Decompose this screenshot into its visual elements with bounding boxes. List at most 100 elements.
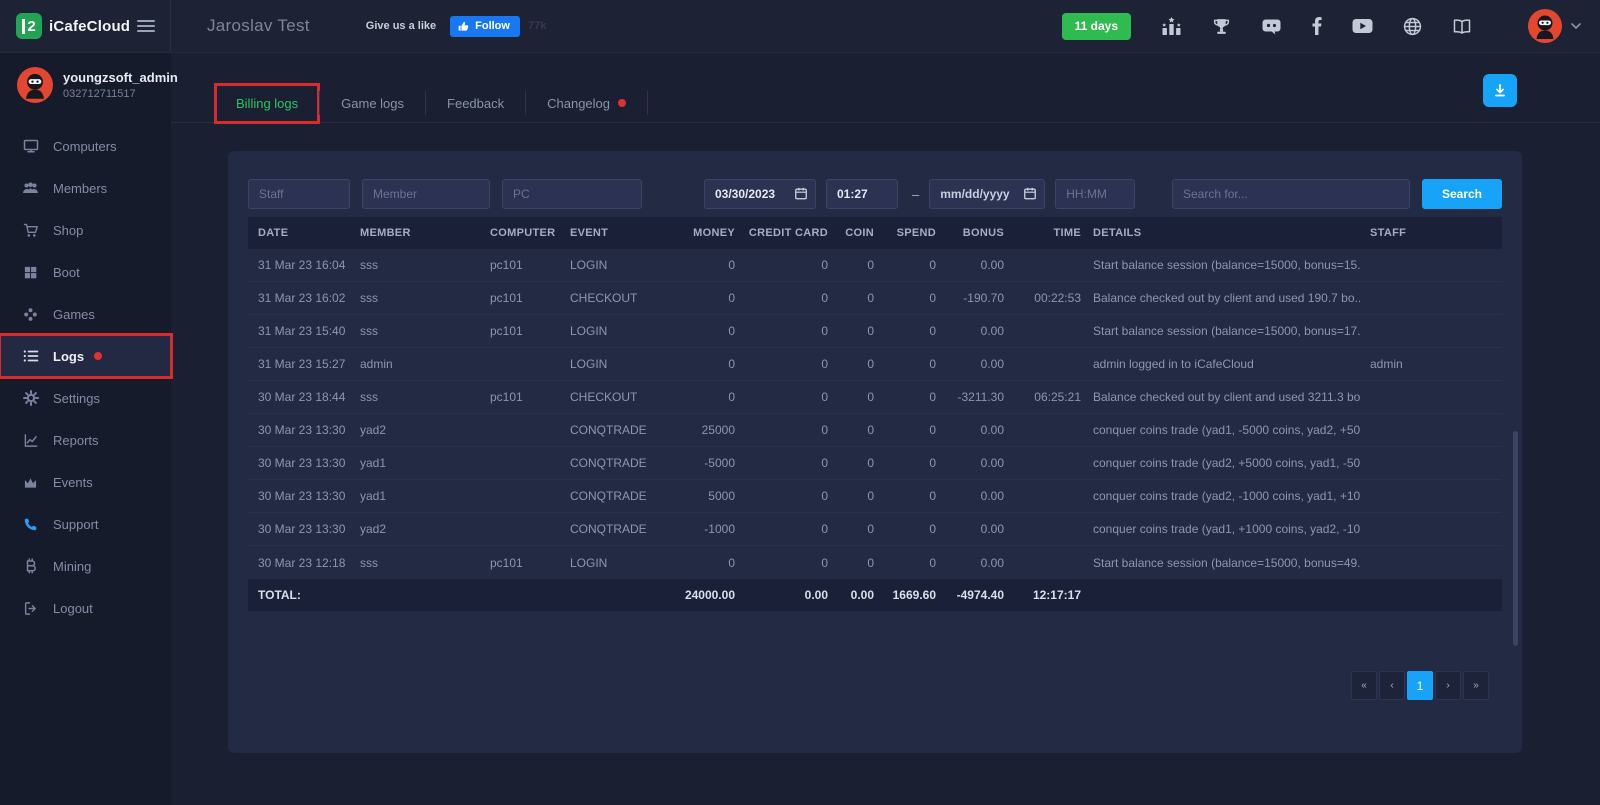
search-button[interactable]: Search — [1422, 179, 1502, 209]
last-page-button[interactable]: » — [1463, 671, 1489, 700]
date-to-input[interactable] — [929, 179, 1045, 209]
sidebar-item-boot[interactable]: Boot — [0, 251, 171, 293]
sidebar-item-logs[interactable]: Logs — [0, 335, 171, 377]
tab-billing-logs[interactable]: Billing logs — [215, 84, 319, 123]
date-from-input[interactable] — [704, 179, 816, 209]
sidebar-item-events[interactable]: Events — [0, 461, 171, 503]
column-header-event[interactable]: EVENT — [560, 227, 660, 239]
table-scrollbar[interactable] — [1513, 431, 1518, 646]
cell-date: 30 Mar 23 13:30 — [248, 423, 350, 437]
cell-computer: pc101 — [480, 258, 560, 272]
ranking-icon[interactable] — [1161, 17, 1182, 36]
sidebar-menu: Computers Members Shop Boot Games Logs S… — [0, 125, 171, 629]
cell-bonus: 0.00 — [938, 258, 1006, 272]
cell-event: LOGIN — [560, 556, 660, 570]
cell-money: 0 — [660, 357, 737, 371]
export-download-button[interactable] — [1483, 74, 1517, 107]
cell-bonus: 0.00 — [938, 423, 1006, 437]
column-header-coin[interactable]: COIN — [830, 227, 876, 239]
filter-row: – Search — [248, 179, 1502, 209]
column-header-credit_card[interactable]: CREDIT CARD — [737, 227, 830, 239]
sidebar-item-mining[interactable]: Mining — [0, 545, 171, 587]
time-to-input[interactable] — [1055, 179, 1135, 209]
member-filter-input[interactable] — [362, 179, 490, 209]
cell-member: sss — [350, 291, 480, 305]
book-icon[interactable] — [1452, 18, 1472, 35]
column-header-spend[interactable]: SPEND — [876, 227, 938, 239]
facebook-follow-button[interactable]: Follow — [450, 16, 520, 37]
page-1-button[interactable]: 1 — [1407, 671, 1433, 700]
table-row[interactable]: 31 Mar 23 15:27adminLOGIN00000.00admin l… — [248, 348, 1502, 381]
cell-spend: 0 — [876, 423, 938, 437]
games-icon — [22, 307, 39, 322]
sidebar-item-shop[interactable]: Shop — [0, 209, 171, 251]
phone-icon — [22, 517, 39, 532]
column-header-member[interactable]: MEMBER — [350, 227, 480, 239]
table-row[interactable]: 31 Mar 23 16:02ssspc101CHECKOUT0000-190.… — [248, 282, 1502, 315]
sidebar-item-logout[interactable]: Logout — [0, 587, 171, 629]
cell-money: 25000 — [660, 423, 737, 437]
cell-member: sss — [350, 556, 480, 570]
table-row[interactable]: 31 Mar 23 16:04ssspc101LOGIN00000.00Star… — [248, 249, 1502, 282]
notification-dot — [94, 352, 102, 360]
prev-page-button[interactable]: ‹ — [1379, 671, 1405, 700]
table-row[interactable]: 31 Mar 23 15:40ssspc101LOGIN00000.00Star… — [248, 315, 1502, 348]
column-header-details[interactable]: DETAILS — [1083, 227, 1360, 239]
tab-feedback[interactable]: Feedback — [426, 84, 525, 123]
thumbs-up-icon — [457, 20, 470, 33]
cell-spend: 0 — [876, 324, 938, 338]
total-label: TOTAL: — [248, 588, 660, 602]
cell-credit_card: 0 — [737, 258, 830, 272]
tab-changelog[interactable]: Changelog — [526, 84, 647, 123]
search-input[interactable] — [1172, 179, 1410, 209]
globe-icon[interactable] — [1403, 17, 1422, 36]
menu-icon[interactable] — [136, 18, 156, 34]
sidebar-item-label: Mining — [53, 559, 91, 574]
time-from-input[interactable] — [826, 179, 898, 209]
pc-filter-input[interactable] — [502, 179, 642, 209]
cell-credit_card: 0 — [737, 390, 830, 404]
sidebar-item-games[interactable]: Games — [0, 293, 171, 335]
column-header-staff[interactable]: STAFF — [1360, 227, 1502, 239]
sidebar-item-members[interactable]: Members — [0, 167, 171, 209]
cell-event: CONQTRADE — [560, 522, 660, 536]
trophy-icon[interactable] — [1212, 17, 1231, 36]
tab-separator — [647, 91, 648, 115]
cell-money: -5000 — [660, 456, 737, 470]
facebook-icon[interactable] — [1312, 17, 1322, 35]
youtube-icon[interactable] — [1352, 18, 1373, 34]
tab-game-logs[interactable]: Game logs — [320, 84, 425, 123]
column-header-time[interactable]: TIME — [1006, 227, 1083, 239]
column-header-bonus[interactable]: BONUS — [938, 227, 1006, 239]
tab-bar: Billing logs Game logs Feedback Changelo… — [171, 84, 1600, 123]
discord-icon[interactable] — [1261, 18, 1282, 35]
table-row[interactable]: 30 Mar 23 13:30yad2CONQTRADE-10000000.00… — [248, 513, 1502, 546]
cell-details: conquer coins trade (yad1, -5000 coins, … — [1083, 423, 1360, 437]
sidebar-item-settings[interactable]: Settings — [0, 377, 171, 419]
sidebar-item-support[interactable]: Support — [0, 503, 171, 545]
chart-icon — [22, 433, 39, 448]
column-header-date[interactable]: DATE — [248, 227, 350, 239]
sidebar-item-reports[interactable]: Reports — [0, 419, 171, 461]
table-row[interactable]: 30 Mar 23 13:30yad1CONQTRADE50000000.00c… — [248, 480, 1502, 513]
cart-icon — [22, 223, 39, 238]
column-header-money[interactable]: MONEY — [660, 227, 737, 239]
user-menu[interactable] — [1528, 9, 1582, 43]
topbar-icon-row — [1161, 17, 1472, 36]
cell-spend: 0 — [876, 258, 938, 272]
cell-event: CONQTRADE — [560, 456, 660, 470]
cell-details: Start balance session (balance=15000, bo… — [1083, 258, 1360, 272]
table-row[interactable]: 30 Mar 23 12:18ssspc101LOGIN00000.00Star… — [248, 546, 1502, 579]
table-row[interactable]: 30 Mar 23 13:30yad1CONQTRADE-50000000.00… — [248, 447, 1502, 480]
cell-bonus: 0.00 — [938, 522, 1006, 536]
staff-filter-input[interactable] — [248, 179, 350, 209]
table-row[interactable]: 30 Mar 23 18:44ssspc101CHECKOUT0000-3211… — [248, 381, 1502, 414]
sidebar-user-block[interactable]: youngzsoft_admin 032712711517 — [0, 53, 171, 117]
table-row[interactable]: 30 Mar 23 13:30yad2CONQTRADE250000000.00… — [248, 414, 1502, 447]
cell-computer: pc101 — [480, 291, 560, 305]
sidebar-item-computers[interactable]: Computers — [0, 125, 171, 167]
next-page-button[interactable]: › — [1435, 671, 1461, 700]
first-page-button[interactable]: « — [1351, 671, 1377, 700]
days-remaining-badge[interactable]: 11 days — [1062, 13, 1131, 40]
column-header-computer[interactable]: COMPUTER — [480, 227, 560, 239]
